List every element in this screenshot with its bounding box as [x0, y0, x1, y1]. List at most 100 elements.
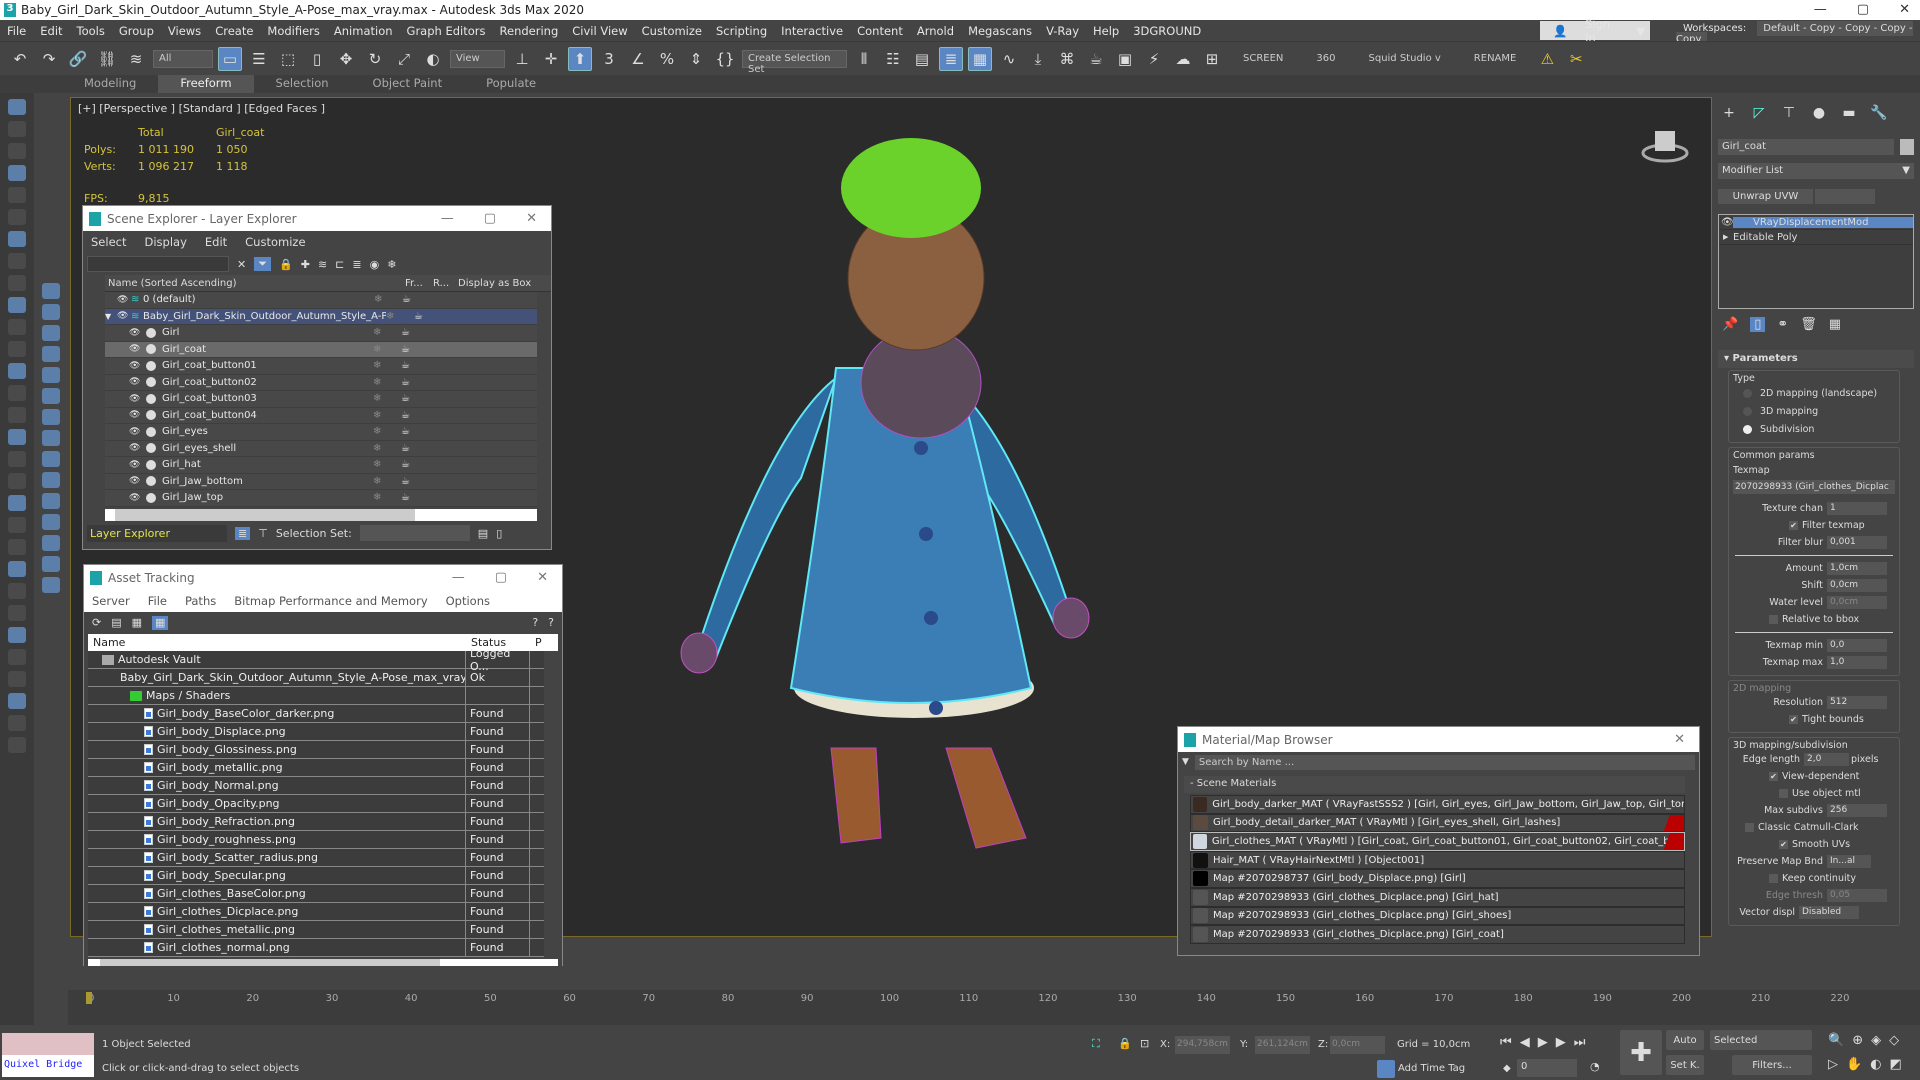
- menu-display[interactable]: Display: [144, 235, 186, 253]
- pan-icon[interactable]: ✋: [1846, 1057, 1862, 1072]
- ribbon-tab-populate[interactable]: Populate: [464, 75, 558, 93]
- minimize-button[interactable]: —: [441, 211, 454, 226]
- command-strip-icon[interactable]: [8, 385, 26, 401]
- max-subdivs-spinner[interactable]: 256: [1827, 804, 1887, 817]
- menu-animation[interactable]: Animation: [327, 24, 400, 38]
- add-time-tag-icon[interactable]: [1377, 1060, 1395, 1078]
- snap-toggle-icon[interactable]: 3: [597, 47, 621, 71]
- menu-create[interactable]: Create: [208, 24, 260, 38]
- radio-icon[interactable]: [1743, 406, 1752, 416]
- amount-spinner[interactable]: 1,0cm: [1827, 562, 1887, 575]
- render-teapot-icon[interactable]: ☕: [414, 311, 439, 322]
- squid-studio-button[interactable]: Squid Studio v: [1355, 53, 1455, 64]
- lock-icon[interactable]: 🔒: [279, 258, 293, 271]
- freeze-icon[interactable]: ❄: [373, 344, 401, 355]
- field-of-view-icon[interactable]: ▷: [1828, 1057, 1838, 1072]
- isolate-selection-icon[interactable]: ⛶: [1092, 1037, 1100, 1051]
- percent-snap-icon[interactable]: %: [655, 47, 679, 71]
- minimize-button[interactable]: —: [452, 570, 465, 585]
- object-row[interactable]: 👁 Girl_Jaw_bottom ❄ ☕: [105, 473, 537, 490]
- bind-space-warp-icon[interactable]: ≋: [124, 47, 148, 71]
- options-chevron-icon[interactable]: ▼: [1182, 757, 1189, 767]
- freeze-icon[interactable]: ❄: [373, 393, 401, 404]
- asset-row[interactable]: Girl_body_Scatter_radius.png Found: [88, 849, 544, 867]
- horizontal-scrollbar[interactable]: [105, 508, 537, 521]
- time-slider[interactable]: [68, 966, 1918, 990]
- pivot-icon[interactable]: ⊥: [510, 47, 534, 71]
- command-strip-icon[interactable]: [8, 583, 26, 599]
- remove-modifier-icon[interactable]: 🗑: [1800, 317, 1817, 332]
- add-to-layer-icon[interactable]: ≋: [318, 258, 327, 271]
- freeze-icon[interactable]: ❄: [373, 426, 401, 437]
- create-tab-icon[interactable]: +: [1718, 105, 1740, 127]
- auto-key-button[interactable]: Auto: [1666, 1030, 1704, 1050]
- render-teapot-icon[interactable]: ☕: [401, 476, 426, 487]
- refresh-icon[interactable]: ⟳: [92, 616, 101, 630]
- menu-group[interactable]: Group: [112, 24, 161, 38]
- stack-item-vray-displacement[interactable]: VRayDisplacementMod: [1733, 216, 1913, 228]
- command-strip-icon[interactable]: [8, 715, 26, 731]
- command-strip-icon[interactable]: [8, 671, 26, 687]
- rendered-frame-window-icon[interactable]: ▣: [1113, 47, 1137, 71]
- eye-icon[interactable]: 👁: [1719, 217, 1734, 228]
- command-strip-icon[interactable]: [8, 693, 26, 709]
- asset-row[interactable]: Baby_Girl_Dark_Skin_Outdoor_Autumn_Style…: [88, 669, 544, 687]
- asset-row[interactable]: Girl_clothes_BaseColor.png Found: [88, 885, 544, 903]
- material-item[interactable]: Map #2070298933 (Girl_clothes_Dicplace.p…: [1190, 887, 1685, 907]
- visibility-eye-icon[interactable]: 👁: [129, 476, 143, 486]
- keep-continuity-checkbox[interactable]: [1769, 874, 1778, 883]
- orbit-icon[interactable]: ◐: [1870, 1057, 1881, 1072]
- command-strip-icon[interactable]: [8, 143, 26, 159]
- visibility-eye-icon[interactable]: 👁: [129, 410, 143, 420]
- sign-in-dropdown[interactable]: 👤 Sign In ▼: [1540, 17, 1650, 45]
- command-strip-icon[interactable]: [8, 539, 26, 555]
- freeze-icon[interactable]: ❄: [373, 476, 401, 487]
- go-to-end-icon[interactable]: ⏭: [1574, 1035, 1586, 1050]
- menu-select[interactable]: Select: [91, 235, 126, 253]
- about-icon[interactable]: ?: [548, 616, 554, 630]
- object-row[interactable]: 👁 Girl_eyes ❄ ☕: [105, 424, 537, 441]
- quixel-bridge-button[interactable]: Quixel Bridge: [2, 1055, 94, 1077]
- rotate-icon[interactable]: ↻: [363, 47, 387, 71]
- menu-customize[interactable]: Customize: [635, 24, 709, 38]
- command-strip-icon[interactable]: [8, 121, 26, 137]
- render-teapot-icon[interactable]: ☕: [401, 459, 426, 470]
- command-strip-icon[interactable]: [8, 517, 26, 533]
- screen-button[interactable]: SCREEN: [1229, 53, 1297, 64]
- render-production-icon[interactable]: ⚡: [1142, 47, 1166, 71]
- viewport-label[interactable]: [+] [Perspective ] [Standard ] [Edged Fa…: [78, 102, 325, 115]
- visibility-eye-icon[interactable]: 👁: [129, 328, 143, 338]
- scene-materials-group[interactable]: - Scene Materials: [1184, 776, 1685, 793]
- material-item[interactable]: Map #2070298933 (Girl_clothes_Dicplace.p…: [1190, 925, 1685, 944]
- add-time-tag-button[interactable]: Add Time Tag: [1398, 1063, 1465, 1074]
- selection-lock-icon[interactable]: 🔒: [1118, 1037, 1132, 1050]
- object-name-field[interactable]: Girl_coat: [1718, 139, 1894, 155]
- make-unique-icon[interactable]: ⚭: [1777, 317, 1788, 332]
- radio-icon[interactable]: [1743, 388, 1752, 398]
- maximize-button[interactable]: ▢: [495, 570, 507, 585]
- menu-edit[interactable]: Edit: [205, 235, 227, 253]
- ribbon-tab-selection[interactable]: Selection: [254, 75, 351, 93]
- menu-megascans[interactable]: Megascans: [961, 24, 1039, 38]
- go-to-start-icon[interactable]: ⏮: [1500, 1035, 1512, 1050]
- help-icon[interactable]: ?: [532, 616, 538, 630]
- command-strip-icon[interactable]: [8, 561, 26, 577]
- utilities-tab-icon[interactable]: 🔧: [1868, 105, 1890, 127]
- command-strip-icon[interactable]: [8, 627, 26, 643]
- menu-bitmap-performance-and-memory[interactable]: Bitmap Performance and Memory: [234, 594, 427, 612]
- explorer-filter-icon[interactable]: [42, 325, 60, 341]
- place-icon[interactable]: ◐: [421, 47, 445, 71]
- reference-coord-dropdown[interactable]: View: [450, 49, 505, 68]
- object-row[interactable]: 👁 Girl_coat_button03 ❄ ☕: [105, 391, 537, 408]
- object-row[interactable]: 👁 Girl_Jaw_top ❄ ☕: [105, 490, 537, 507]
- type-radio-1[interactable]: 3D mapping: [1729, 402, 1899, 420]
- show-end-result-icon[interactable]: ▯: [1750, 317, 1766, 332]
- menu-v-ray[interactable]: V-Ray: [1039, 24, 1086, 38]
- angle-snap-icon[interactable]: ∠: [626, 47, 650, 71]
- menu-paths[interactable]: Paths: [185, 594, 216, 612]
- render-teapot-icon[interactable]: ☕: [401, 426, 426, 437]
- asset-row[interactable]: Girl_body_Specular.png Found: [88, 867, 544, 885]
- expand-icon[interactable]: ▶: [1719, 233, 1733, 241]
- layer-row[interactable]: 👁 ≋ 0 (default) ❄ ☕: [105, 292, 537, 309]
- command-strip-icon[interactable]: [8, 429, 26, 445]
